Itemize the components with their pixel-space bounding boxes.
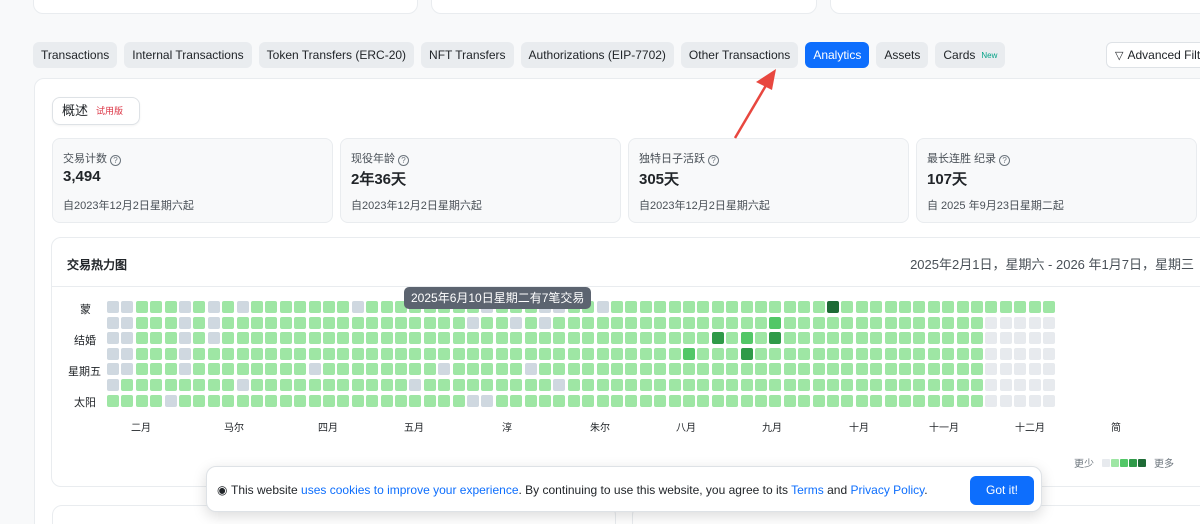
cookie-text: This website uses cookies to improve you… [231,483,928,497]
arrow-shaft [733,81,770,139]
got-it-button[interactable]: Got it! [970,476,1034,505]
cookie-text-end: . [924,483,928,497]
cookie-text-middle: . By continuing to use this website, you… [518,483,788,497]
arrow-head [756,69,776,90]
privacy-policy-link[interactable]: Privacy Policy [851,483,925,497]
cookie-text-before: This website [231,483,298,497]
cookie-policy-link[interactable]: uses cookies to improve your experience [301,483,518,497]
cookie-banner: ◉ This website uses cookies to improve y… [206,466,1042,512]
cookie-icon: ◉ [217,483,228,497]
terms-link[interactable]: Terms [791,483,824,497]
annotation-arrow [733,69,776,139]
cookie-text-and: and [827,483,848,497]
